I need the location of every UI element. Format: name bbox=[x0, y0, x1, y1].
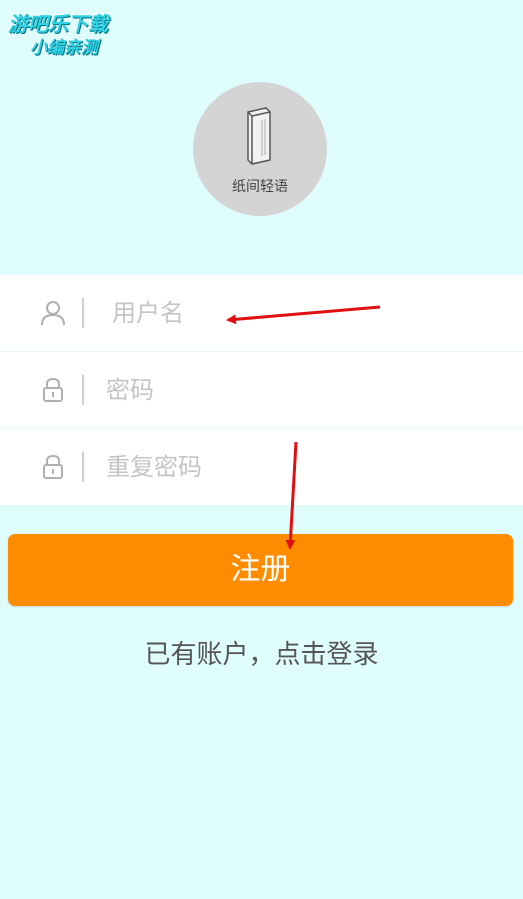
password-placeholder: 密码 bbox=[106, 376, 154, 404]
username-placeholder: 用户名 bbox=[112, 299, 184, 327]
username-field[interactable]: 用户名 bbox=[0, 275, 523, 352]
watermark-line2: 小编亲测 bbox=[30, 38, 98, 58]
password-field[interactable]: 密码 bbox=[0, 352, 523, 429]
field-separator bbox=[82, 298, 84, 328]
app-logo: 纸间轻语 bbox=[193, 82, 327, 216]
confirm-password-placeholder: 重复密码 bbox=[106, 453, 202, 481]
field-separator bbox=[82, 452, 84, 482]
lock-icon bbox=[43, 454, 63, 479]
login-link[interactable]: 已有账户，点击登录 bbox=[0, 636, 523, 674]
register-button[interactable]: 注册 bbox=[8, 534, 513, 606]
watermark: 游吧乐下载 小编亲测 bbox=[8, 12, 148, 64]
confirm-password-field[interactable]: 重复密码 bbox=[0, 429, 523, 506]
watermark-line1: 游吧乐下载 bbox=[8, 12, 108, 36]
lock-icon bbox=[43, 377, 63, 402]
book-icon bbox=[247, 107, 271, 165]
register-form: 用户名 密码 重复密码 bbox=[0, 275, 523, 506]
logo-text: 纸间轻语 bbox=[232, 179, 288, 195]
field-separator bbox=[82, 375, 84, 405]
user-icon bbox=[41, 301, 65, 326]
